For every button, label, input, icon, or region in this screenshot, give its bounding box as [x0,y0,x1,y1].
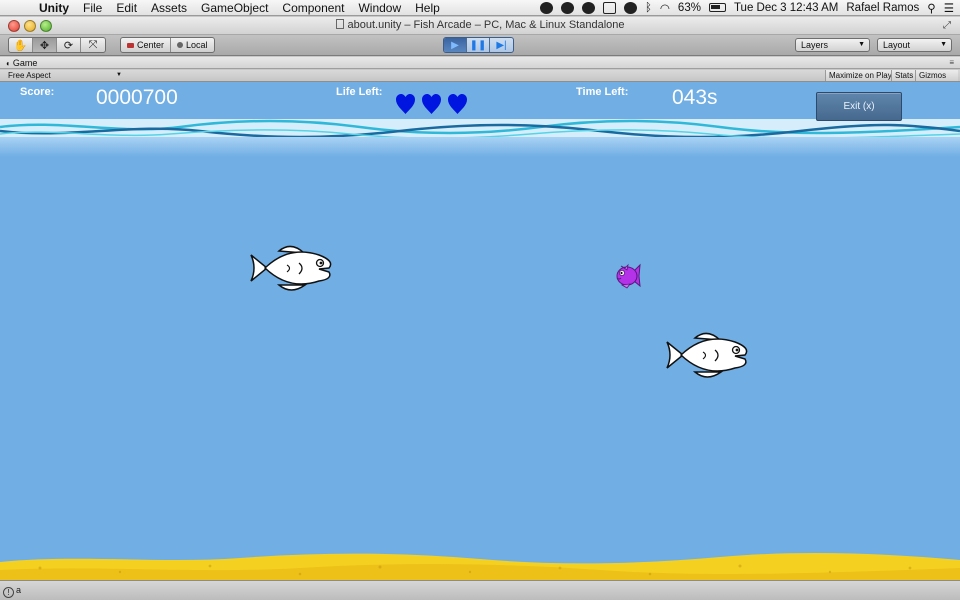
pivot-toggles: Center Local [120,37,215,53]
hand-icon: ✋ [13,39,28,52]
scale-tool-button[interactable]: ⤧ [81,38,105,52]
game-tab-label: Game [12,58,38,68]
pivot-icon [127,42,134,48]
menu-edit[interactable]: Edit [109,0,144,16]
battery-icon[interactable] [708,3,726,12]
menu-app-name[interactable]: Unity [32,0,76,16]
console-status-bar[interactable]: ! a [0,580,960,600]
water-gradient [0,137,960,157]
playback-controls: ▶ ❚❚ ▶| [443,37,514,53]
pivot-local-button[interactable]: Local [171,38,214,52]
game-controlbar: Free Aspect ▼ Maximize on Play Stats Gizm… [0,70,960,82]
scale-icon: ⤧ [88,38,98,51]
dropdown-arrow-icon: ▼ [940,41,947,48]
user-name[interactable]: Rafael Ramos [846,2,919,14]
heart-icon [396,94,415,114]
heart-icon [448,94,467,114]
layout-dropdown[interactable]: Layout ▼ [877,38,952,52]
menu-component[interactable]: Component [275,0,351,16]
window-title-wrap: about.unity – Fish Arcade – PC, Mac & Li… [0,19,960,31]
play-button[interactable]: ▶ [444,38,467,52]
score-label: Score: [20,86,55,98]
life-label: Life Left: [336,86,383,98]
time-machine-icon[interactable] [623,1,637,14]
enemy-fish [250,245,332,291]
stats-toggle[interactable]: Stats [891,70,917,81]
play-icon: ▶ [451,39,459,51]
gizmos-dropdown[interactable]: Gizmos [915,70,959,81]
pivot-local-label: Local [186,40,208,50]
menu-bar: Unity File Edit Assets GameObject Compon… [0,0,960,16]
globe-icon [177,42,184,48]
console-message: a [16,585,22,595]
pause-button[interactable]: ❚❚ [467,38,490,52]
battery-percent[interactable]: 63% [678,2,701,14]
player-fish [616,263,641,289]
lives-hearts [395,93,468,115]
game-tab-icon: ◐ [6,59,11,68]
heart-icon [422,94,441,114]
game-tabbar: ◐ Game ≡ [0,57,960,69]
tray-app-icon[interactable] [539,1,553,14]
menu-window[interactable]: Window [351,0,408,16]
maximize-on-play-toggle[interactable]: Maximize on Play [825,70,895,81]
dropdown-arrow-icon: ▼ [858,41,865,48]
pause-icon: ❚❚ [469,39,487,51]
pivot-center-button[interactable]: Center [121,38,172,52]
game-viewport[interactable]: Score: 0000700 Life Left: Time Left: 043… [0,82,960,580]
wifi-icon[interactable]: ◠ [660,1,670,15]
airplay-icon[interactable] [602,1,616,14]
menu-help[interactable]: Help [408,0,447,16]
step-icon: ▶| [496,39,507,51]
time-label: Time Left: [576,86,629,98]
enemy-fish [666,332,748,378]
dropdown-arrow-icon: ▼ [116,72,122,78]
document-icon [335,19,344,29]
unity-toolbar: ✋ ✥ ⟳ ⤧ Center Local ▶ ❚❚ ▶| Layers ▼ Lay… [0,35,960,56]
bluetooth-icon[interactable]: ᛒ [645,2,652,14]
info-icon: ! [3,587,14,598]
rotate-icon: ⟳ [63,39,74,52]
layers-label: Layers [801,40,829,50]
panel-menu-icon[interactable]: ≡ [949,57,954,69]
dropbox-icon[interactable] [560,1,574,14]
clock[interactable]: Tue Dec 3 12:43 AM [734,2,838,14]
game-hud: Score: 0000700 Life Left: Time Left: 043… [0,82,960,122]
tab-game[interactable]: ◐ Game [6,57,37,70]
layers-dropdown[interactable]: Layers ▼ [795,38,870,52]
fullscreen-icon[interactable]: ⤢ [943,20,954,31]
notification-center-icon[interactable]: ☰ [944,1,954,15]
hand-tool-button[interactable]: ✋ [9,38,33,52]
sand-floor [0,553,960,580]
pivot-center-label: Center [137,40,165,50]
time-value: 043s [672,86,718,109]
step-button[interactable]: ▶| [490,38,513,52]
layout-label: Layout [883,40,911,50]
status-area: ᛒ ◠ 63% Tue Dec 3 12:43 AM Rafael Ramos … [539,1,960,15]
window-title: about.unity – Fish Arcade – PC, Mac & Li… [347,19,625,31]
menu-assets[interactable]: Assets [144,0,194,16]
exit-button[interactable]: Exit (x) [816,92,902,121]
window-titlebar: about.unity – Fish Arcade – PC, Mac & Li… [0,17,960,35]
move-icon: ✥ [39,39,50,52]
menu-file[interactable]: File [76,0,109,16]
rotate-tool-button[interactable]: ⟳ [57,38,81,52]
menu-gameobject[interactable]: GameObject [194,0,275,16]
spotlight-icon[interactable]: ⚲ [927,1,935,15]
sync-icon[interactable] [581,1,595,14]
aspect-dropdown[interactable]: Free Aspect ▼ [4,70,124,81]
score-value: 0000700 [96,86,178,109]
aspect-label: Free Aspect [8,71,51,80]
transform-tools: ✋ ✥ ⟳ ⤧ [8,37,106,53]
move-tool-button[interactable]: ✥ [33,38,57,52]
